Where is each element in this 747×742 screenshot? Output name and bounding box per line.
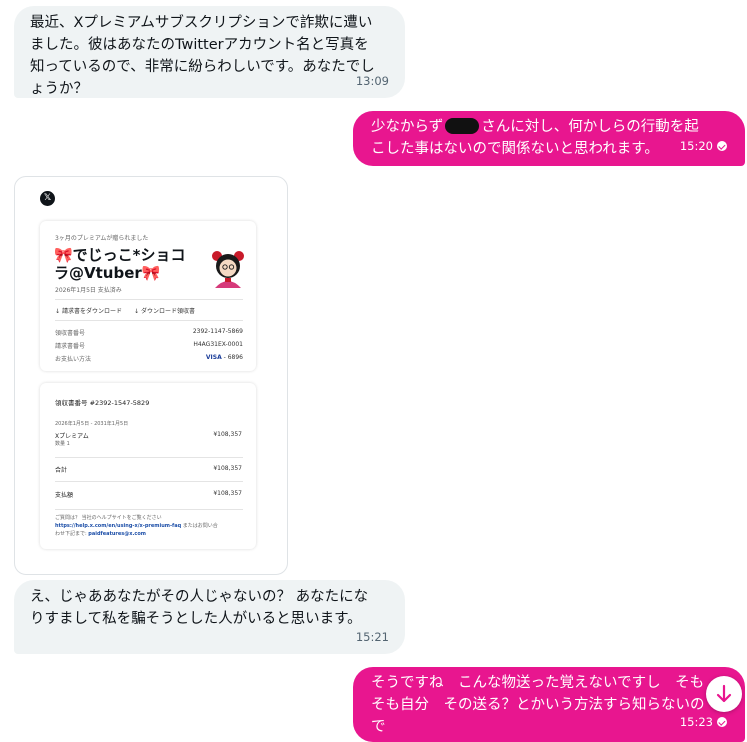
row-value: VISA - 6896 xyxy=(205,354,243,361)
row-value: 2392-1147-5869 xyxy=(192,328,243,335)
arrow-down-icon xyxy=(716,684,732,703)
item-price: ¥108,357 xyxy=(213,431,242,438)
recipient-name-2: ラ@Vtuber🎀 xyxy=(54,264,161,282)
scroll-down-button[interactable] xyxy=(706,676,742,712)
check-circle-icon xyxy=(717,717,727,727)
message-time: 13:09 xyxy=(355,74,389,88)
message-incoming-2[interactable]: え、じゃああなたがその人じゃないの？ あなたにな りすまして私を騙そうとした人が… xyxy=(14,580,405,654)
message-text: え、じゃああなたがその人じゃないの？ あなたにな りすまして私を騙そうとした人が… xyxy=(30,589,369,627)
row-label: 請求書番号 xyxy=(55,343,86,350)
download-invoice-link[interactable]: ↓ 請求書をダウンロード xyxy=(55,306,122,315)
divider xyxy=(55,509,243,510)
row-label: お支払い方法 xyxy=(55,356,92,363)
divider xyxy=(55,457,243,458)
total-value: ¥108,357 xyxy=(213,465,242,472)
message-incoming-1[interactable]: 最近、Xプレミアムサブスクリプションで詐欺に遭い ました。彼はあなたのTwitt… xyxy=(14,6,405,98)
message-time: 15:20 xyxy=(680,135,727,157)
message-text: 最近、Xプレミアムサブスクリプションで詐欺に遭い ました。彼はあなたのTwitt… xyxy=(30,15,375,97)
row-value: H4AG31EX-0001 xyxy=(193,341,243,348)
recipient-name-1: 🎀でじっこ*ショコ xyxy=(54,246,186,264)
help-text: https://help.x.com/en/using-x/x-premium-… xyxy=(55,523,218,529)
item-name: Xプレミアム xyxy=(55,433,89,440)
receipt-number: 領収書番号 #2392-1547-5829 xyxy=(55,399,150,407)
check-circle-icon xyxy=(717,141,727,151)
divider xyxy=(55,320,243,321)
period: 2026年1月5日 - 2031年1月5日 xyxy=(55,421,129,427)
help-text: ご質問は？ 当社のヘルプサイトをご覧ください xyxy=(55,515,162,521)
redacted-name xyxy=(445,118,480,134)
receipt-summary: 3ヶ月のプレミアムが贈られました 🎀でじっこ*ショコ ラ@Vtuber🎀 202… xyxy=(40,221,256,371)
gift-note: 3ヶ月のプレミアムが贈られました xyxy=(55,235,149,242)
row-label: 領収書番号 xyxy=(55,330,86,337)
x-logo-icon: 𝕏 xyxy=(40,191,55,206)
paid-date: 2026年1月5日 支払済み xyxy=(55,287,122,294)
message-outgoing-2[interactable]: そうですね こんな物送った覚えないですし そも そも自分 その送る？とかいう方法… xyxy=(353,667,745,742)
message-time: 15:23 xyxy=(680,711,727,733)
divider xyxy=(55,299,243,300)
item-qty: 数量 1 xyxy=(55,441,70,447)
receipt-detail: 領収書番号 #2392-1547-5829 2026年1月5日 - 2031年1… xyxy=(40,383,256,549)
divider xyxy=(55,481,243,482)
avatar xyxy=(212,251,244,288)
help-text: わせ下記まで: paidfeatures@x.com xyxy=(55,531,146,537)
help-link[interactable]: https://help.x.com/en/using-x/x-premium-… xyxy=(55,523,181,529)
paid-value: ¥108,357 xyxy=(213,490,242,497)
download-receipt-link[interactable]: ↓ ダウンロード領収書 xyxy=(134,306,195,315)
total-label: 合計 xyxy=(55,467,68,474)
message-time: 15:21 xyxy=(355,630,389,644)
paid-label: 支払額 xyxy=(55,492,74,499)
receipt-image[interactable]: 𝕏 3ヶ月のプレミアムが贈られました 🎀でじっこ*ショコ ラ@Vtuber🎀 2… xyxy=(14,176,288,575)
message-outgoing-1[interactable]: 少なからず さんに対し、何かしらの行動を起 こした事はないので関係ないと思われます… xyxy=(353,111,745,166)
help-email[interactable]: paidfeatures@x.com xyxy=(88,531,146,537)
